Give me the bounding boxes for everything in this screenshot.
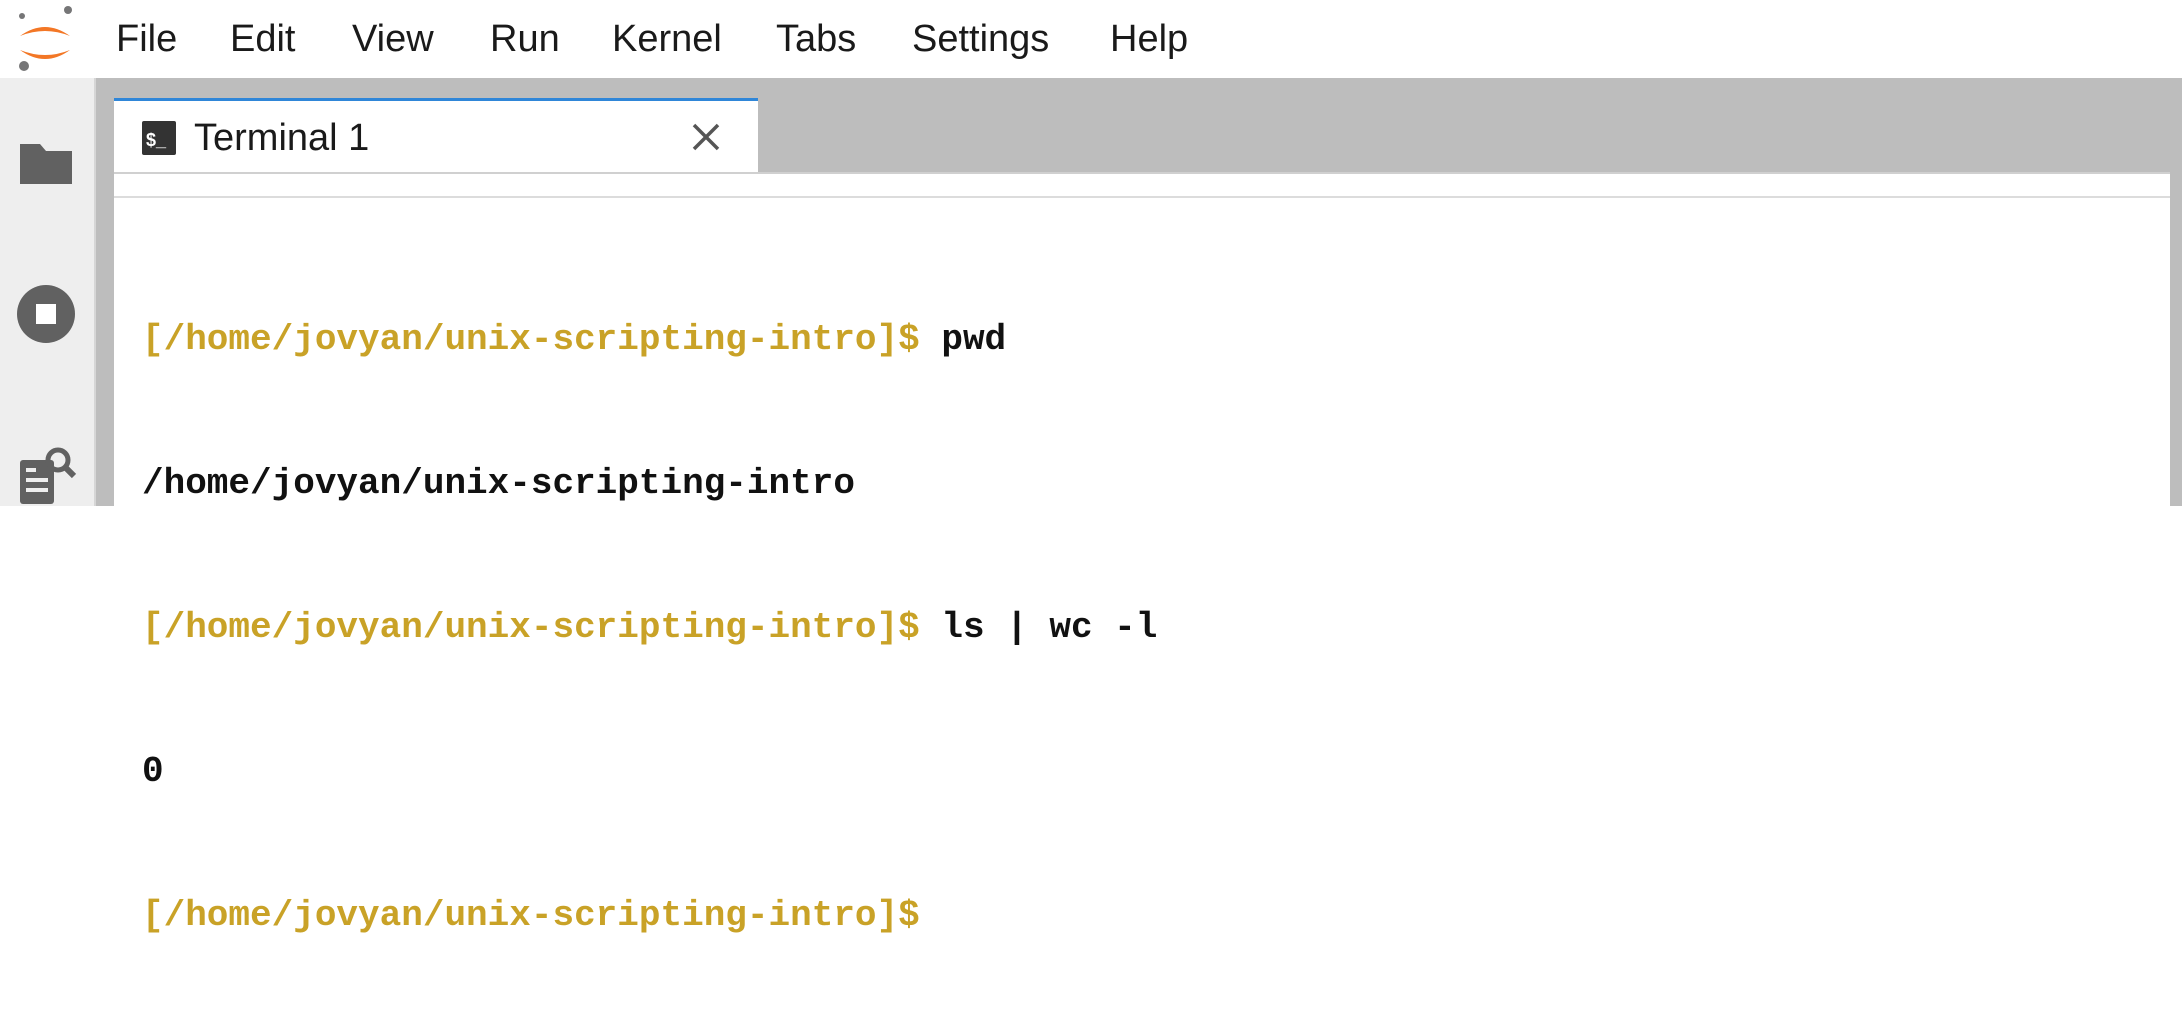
terminal-command: ls | wc -l [919, 607, 1158, 648]
menu-tabs[interactable]: Tabs [776, 14, 856, 64]
property-inspector-icon[interactable] [14, 444, 78, 508]
panel-divider [114, 196, 2170, 198]
stop-circle-icon[interactable] [14, 282, 78, 346]
terminal-line: [/home/jovyan/unix-scripting-intro]$ ls … [142, 604, 2160, 652]
terminal-prompt: [/home/jovyan/unix-scripting-intro]$ [142, 895, 920, 936]
terminal-line: [/home/jovyan/unix-scripting-intro]$ pwd [142, 316, 2160, 364]
menu-view[interactable]: View [352, 14, 434, 64]
menu-run[interactable]: Run [490, 14, 560, 64]
menu-bar: File Edit View Run Kernel Tabs Settings … [0, 0, 2182, 78]
folder-icon[interactable] [14, 130, 78, 194]
terminal-prompt: [/home/jovyan/unix-scripting-intro]$ [142, 319, 920, 360]
terminal-line: /home/jovyan/unix-scripting-intro [142, 460, 2160, 508]
menu-help[interactable]: Help [1110, 14, 1188, 64]
terminal-output-text: 0 [142, 751, 164, 792]
tab-label: Terminal 1 [194, 117, 370, 159]
menu-file[interactable]: File [116, 14, 177, 64]
terminal-icon: $_ [142, 121, 176, 155]
menu-edit[interactable]: Edit [230, 14, 295, 64]
close-icon[interactable] [688, 119, 724, 155]
jupyter-logo-icon [19, 6, 72, 71]
left-sidebar [0, 78, 96, 506]
tab-terminal-1[interactable]: $_ Terminal 1 [114, 98, 758, 172]
terminal-output[interactable]: [/home/jovyan/unix-scripting-intro]$ pwd… [142, 220, 2160, 1012]
terminal-output-text: /home/jovyan/unix-scripting-intro [142, 463, 855, 504]
terminal-prompt: [/home/jovyan/unix-scripting-intro]$ [142, 607, 920, 648]
terminal-line: [/home/jovyan/unix-scripting-intro]$ [142, 892, 2160, 940]
terminal-line: 0 [142, 748, 2160, 796]
terminal-command: pwd [919, 319, 1007, 360]
menu-kernel[interactable]: Kernel [612, 14, 722, 64]
terminal-panel[interactable]: [/home/jovyan/unix-scripting-intro]$ pwd… [114, 172, 2170, 936]
menu-settings[interactable]: Settings [912, 14, 1049, 64]
svg-text:$_: $_ [146, 130, 167, 150]
